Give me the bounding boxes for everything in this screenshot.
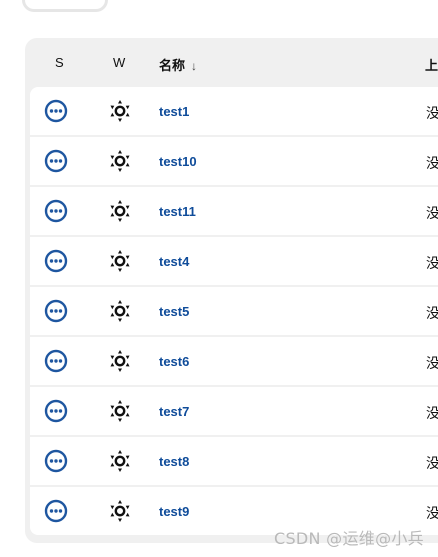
table-row: test7 没 (30, 387, 438, 435)
job-link[interactable]: test10 (159, 154, 197, 169)
weather-sun-icon[interactable] (108, 349, 132, 373)
table-row: test4 没 (30, 237, 438, 285)
job-link[interactable]: test11 (159, 204, 196, 219)
last-success-cell: 没 (426, 405, 438, 421)
not-built-status-icon[interactable] (44, 199, 68, 223)
weather-sun-icon[interactable] (108, 399, 132, 423)
sort-arrow-icon: ↓ (191, 59, 198, 73)
not-built-status-icon[interactable] (44, 249, 68, 273)
job-link[interactable]: test4 (159, 254, 189, 269)
column-header-name-label: 名称 (159, 58, 186, 73)
last-success-cell: 没 (426, 155, 438, 171)
column-header-name[interactable]: 名称 ↓ (159, 55, 197, 74)
not-built-status-icon[interactable] (44, 149, 68, 173)
last-success-cell: 没 (426, 105, 438, 121)
table-row: test8 没 (30, 437, 438, 485)
table-row: test1 没 (30, 87, 438, 135)
weather-sun-icon[interactable] (108, 299, 132, 323)
weather-sun-icon[interactable] (108, 199, 132, 223)
table-body: test1 没 test10 没 test11 没 test4 没 test5 没 test6 没 te… (30, 87, 438, 537)
job-link[interactable]: test9 (159, 504, 189, 519)
weather-sun-icon[interactable] (108, 149, 132, 173)
weather-sun-icon[interactable] (108, 99, 132, 123)
table-row: test5 没 (30, 287, 438, 335)
weather-sun-icon[interactable] (108, 449, 132, 473)
weather-sun-icon[interactable] (108, 249, 132, 273)
not-built-status-icon[interactable] (44, 449, 68, 473)
weather-sun-icon[interactable] (108, 499, 132, 523)
job-link[interactable]: test1 (159, 104, 189, 119)
not-built-status-icon[interactable] (44, 399, 68, 423)
column-header-last[interactable]: 上 (425, 55, 438, 74)
not-built-status-icon[interactable] (44, 99, 68, 123)
last-success-cell: 没 (426, 305, 438, 321)
job-link[interactable]: test8 (159, 454, 189, 469)
job-link[interactable]: test6 (159, 354, 189, 369)
column-header-status[interactable]: S (55, 55, 64, 70)
page: S W 名称 ↓ 上 test1 没 test10 没 test11 没 test4 没 test… (0, 0, 438, 557)
table-row: test10 没 (30, 137, 438, 185)
last-success-cell: 没 (426, 355, 438, 371)
not-built-status-icon[interactable] (44, 349, 68, 373)
last-success-cell: 没 (426, 255, 438, 271)
not-built-status-icon[interactable] (44, 299, 68, 323)
table-row: test11 没 (30, 187, 438, 235)
job-link[interactable]: test5 (159, 304, 189, 319)
last-success-cell: 没 (426, 205, 438, 221)
job-link[interactable]: test7 (159, 404, 189, 419)
last-success-cell: 没 (426, 505, 438, 521)
last-success-cell: 没 (426, 455, 438, 471)
search-box-edge[interactable] (22, 0, 108, 12)
column-header-weather[interactable]: W (113, 55, 125, 70)
table-row: test6 没 (30, 337, 438, 385)
not-built-status-icon[interactable] (44, 499, 68, 523)
jobs-table: S W 名称 ↓ 上 test1 没 test10 没 test11 没 test4 没 test… (25, 38, 438, 543)
watermark: CSDN @运维@小兵 (273, 529, 424, 548)
table-header: S W 名称 ↓ 上 (25, 38, 438, 88)
